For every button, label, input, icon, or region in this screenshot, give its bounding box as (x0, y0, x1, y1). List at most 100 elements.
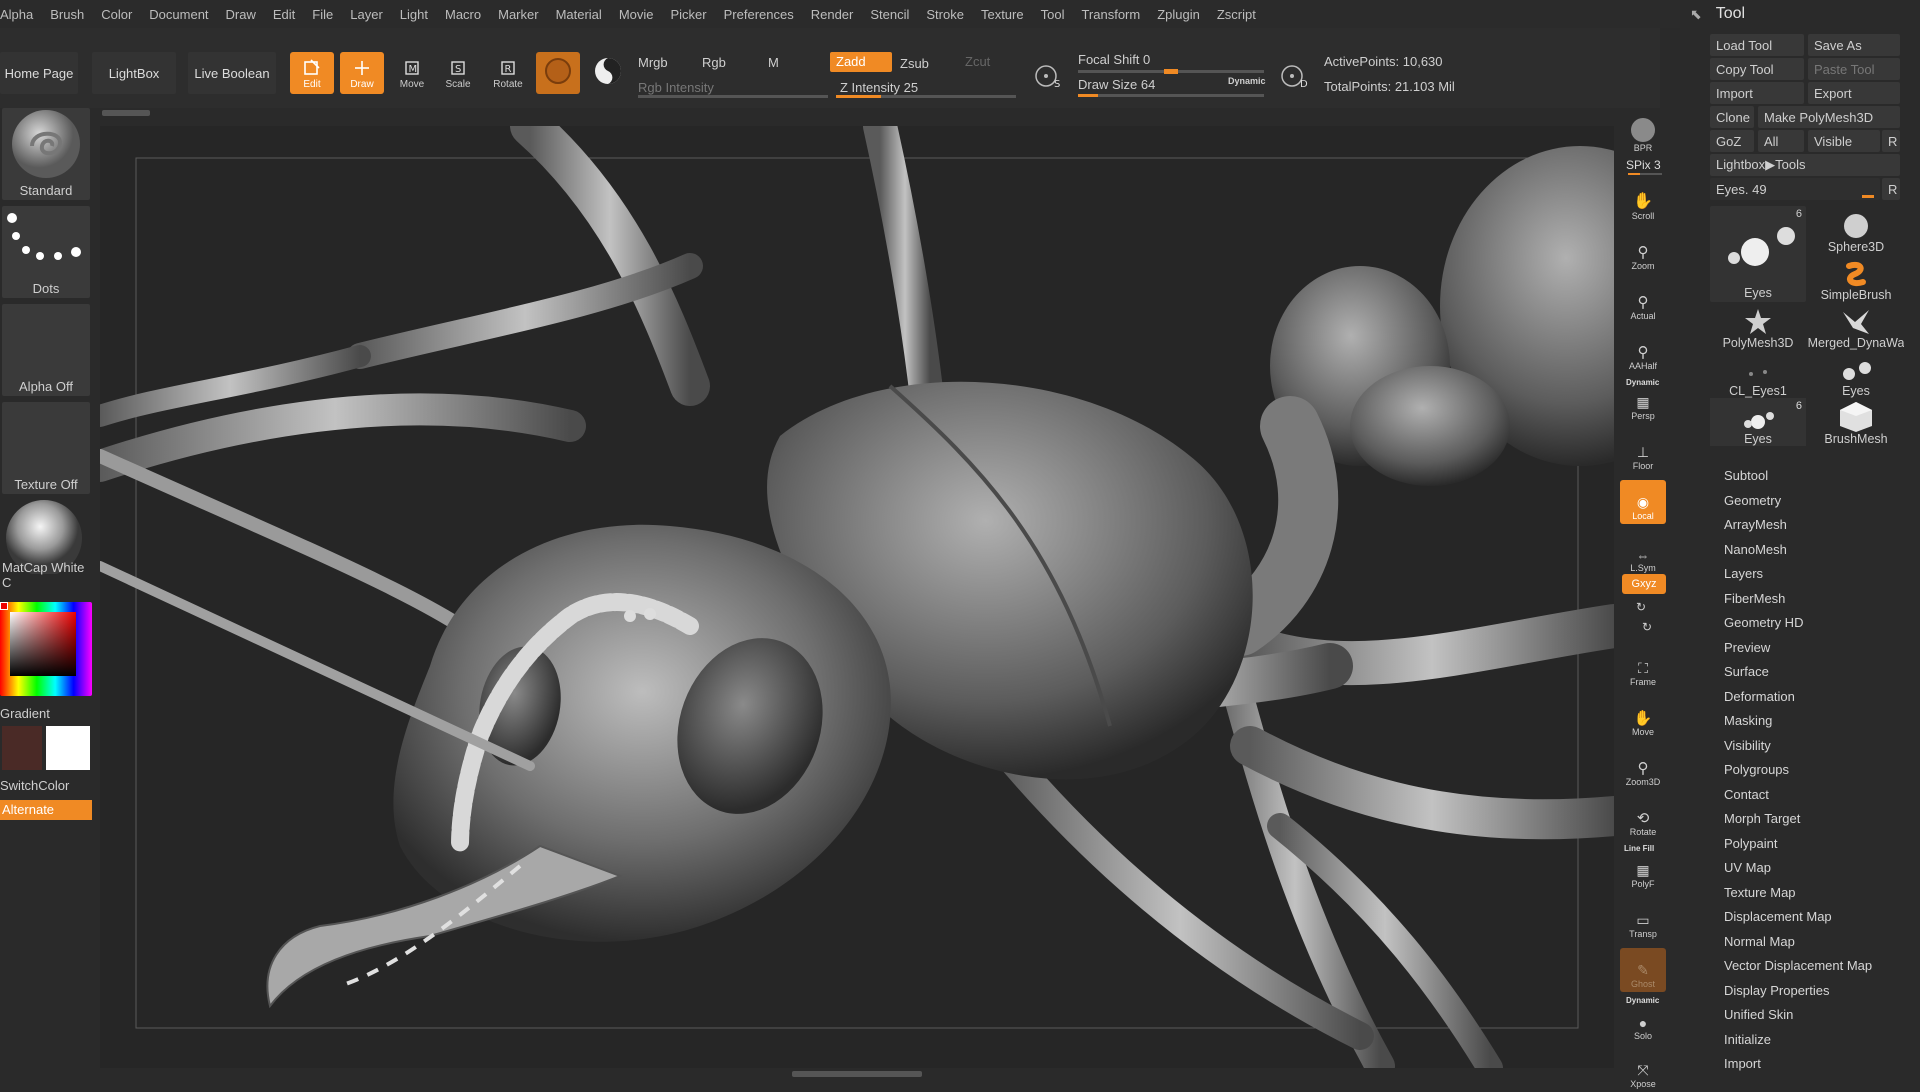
menu-movie[interactable]: Movie (619, 7, 654, 22)
lazy-mouse-icon[interactable]: S (1032, 62, 1064, 93)
document-canvas[interactable] (100, 126, 1614, 1068)
import-button[interactable]: Import (1710, 82, 1804, 104)
subpalette-initialize[interactable]: Initialize (1724, 1032, 1771, 1047)
subpalette-arraymesh[interactable]: ArrayMesh (1724, 517, 1787, 532)
xyz-symmetry-button[interactable]: Gxyz (1622, 574, 1666, 594)
subpalette-nanomesh[interactable]: NanoMesh (1724, 542, 1787, 557)
subpalette-geometry[interactable]: Geometry (1724, 493, 1781, 508)
scroll-button[interactable]: ✋ Scroll (1620, 180, 1666, 224)
focal-shift-knob[interactable] (1164, 69, 1178, 74)
copy-tool-button[interactable]: Copy Tool (1710, 58, 1804, 80)
menu-file[interactable]: File (312, 7, 333, 22)
tool-merged-dynawax[interactable]: Merged_DynaWa (1808, 302, 1904, 350)
save-as-button[interactable]: Save As (1808, 34, 1900, 56)
subpalette-visibility[interactable]: Visibility (1724, 738, 1771, 753)
subpalette-fibermesh[interactable]: FiberMesh (1724, 591, 1785, 606)
rotate-view-button[interactable]: ⟲ Rotate (1620, 796, 1666, 840)
lightbox-button[interactable]: LightBox (92, 52, 176, 94)
subpalette-geometry-hd[interactable]: Geometry HD (1724, 615, 1803, 630)
rgb-intensity-slider[interactable]: Rgb Intensity (638, 80, 714, 95)
edit-button[interactable]: Edit (290, 52, 334, 94)
draw-size-track[interactable] (1078, 94, 1264, 97)
tool-brushmesh[interactable]: BrushMesh (1808, 398, 1904, 446)
subpalette-morph-target[interactable]: Morph Target (1724, 811, 1800, 826)
load-tool-button[interactable]: Load Tool (1710, 34, 1804, 56)
draw-size-slider[interactable]: Draw Size 64 (1078, 77, 1155, 92)
transp-button[interactable]: ▭ Transp (1620, 898, 1666, 942)
home-page-button[interactable]: Home Page (0, 52, 78, 94)
rotate-button[interactable]: R Rotate (486, 52, 530, 94)
menu-stencil[interactable]: Stencil (870, 7, 909, 22)
brush-thumbnail[interactable]: Standard (2, 108, 90, 200)
texture-thumbnail[interactable]: Texture Off (2, 402, 90, 494)
alternate-button[interactable]: Alternate (0, 800, 92, 820)
subpalette-display-properties[interactable]: Display Properties (1724, 983, 1830, 998)
menu-edit[interactable]: Edit (273, 7, 295, 22)
live-boolean-button[interactable]: Live Boolean (188, 52, 276, 94)
menu-zscript[interactable]: Zscript (1217, 7, 1256, 22)
subpalette-polygroups[interactable]: Polygroups (1724, 762, 1789, 777)
menu-document[interactable]: Document (149, 7, 208, 22)
rgb-toggle[interactable]: Rgb (702, 55, 726, 70)
move-button[interactable]: M Move (390, 52, 434, 94)
color-saturation-square[interactable] (10, 612, 76, 676)
dynamic-size-icon[interactable]: D (1278, 62, 1310, 93)
tool-polymesh3d[interactable]: PolyMesh3D (1710, 302, 1806, 350)
menu-texture[interactable]: Texture (981, 7, 1024, 22)
shelf-scroll-handle[interactable] (102, 110, 150, 116)
lsym-button[interactable]: ⇔ L.Sym (1620, 532, 1666, 576)
subpalette-deformation[interactable]: Deformation (1724, 689, 1795, 704)
material-sphere-button[interactable] (536, 52, 580, 94)
xpose-button[interactable]: ⤧ Xpose (1620, 1048, 1666, 1092)
subpalette-surface[interactable]: Surface (1724, 664, 1769, 679)
menu-alpha[interactable]: Alpha (0, 7, 33, 22)
z-intensity-slider[interactable]: Z Intensity 25 (840, 80, 918, 95)
actual-button[interactable]: ⚲ Actual (1620, 280, 1666, 324)
rotate-y-icon[interactable]: ↻ (1636, 600, 1646, 614)
menu-marker[interactable]: Marker (498, 7, 538, 22)
menu-zplugin[interactable]: Zplugin (1157, 7, 1200, 22)
subpalette-polypaint[interactable]: Polypaint (1724, 836, 1777, 851)
tool-cl-eyes1[interactable]: CL_Eyes1 (1710, 350, 1806, 398)
dynamic-toggle[interactable]: Dynamic (1228, 76, 1266, 86)
lightbox-tools-button[interactable]: Lightbox▶Tools (1710, 154, 1900, 176)
goz-r-button[interactable]: R (1882, 130, 1900, 152)
subpalette-unified-skin[interactable]: Unified Skin (1724, 1007, 1793, 1022)
subpalette-uv-map[interactable]: UV Map (1724, 860, 1771, 875)
tool-palette-header[interactable]: ⬉ Tool (1690, 0, 1920, 28)
zsub-toggle[interactable]: Zsub (900, 56, 929, 71)
goz-button[interactable]: GoZ (1710, 130, 1754, 152)
subpalette-import[interactable]: Import (1724, 1056, 1761, 1071)
tool-eyes-b[interactable]: Eyes (1808, 350, 1904, 398)
subpalette-layers[interactable]: Layers (1724, 566, 1763, 581)
scale-button[interactable]: S Scale (436, 52, 480, 94)
canvas-scroll-handle[interactable] (792, 1071, 922, 1077)
aahalf-button[interactable]: ⚲ AAHalf (1620, 330, 1666, 374)
polyf-button[interactable]: ▦ PolyF (1620, 848, 1666, 892)
floor-button[interactable]: ⊥ Floor (1620, 430, 1666, 474)
ghost-button[interactable]: ✎ Ghost (1620, 948, 1666, 992)
main-color-swatch[interactable] (2, 726, 42, 770)
subpalette-normal-map[interactable]: Normal Map (1724, 934, 1795, 949)
tool-slider-r-button[interactable]: R (1882, 178, 1900, 200)
switch-color-button[interactable]: SwitchColor (0, 778, 69, 793)
stroke-thumbnail[interactable]: Dots (2, 206, 90, 298)
focal-shift-track[interactable] (1078, 69, 1264, 74)
spix-track[interactable] (1628, 173, 1662, 175)
secondary-color-swatch[interactable] (46, 726, 90, 770)
subpalette-vector-displacement-map[interactable]: Vector Displacement Map (1724, 958, 1872, 973)
color-marker[interactable] (0, 602, 8, 610)
menu-tool[interactable]: Tool (1041, 7, 1065, 22)
subpalette-texture-map[interactable]: Texture Map (1724, 885, 1796, 900)
subpalette-contact[interactable]: Contact (1724, 787, 1769, 802)
menu-transform[interactable]: Transform (1081, 7, 1140, 22)
menu-material[interactable]: Material (556, 7, 602, 22)
tool-eyes-c[interactable]: 6 Eyes (1710, 398, 1806, 446)
paste-tool-button[interactable]: Paste Tool (1808, 58, 1900, 80)
gradient-label[interactable]: Gradient (0, 706, 50, 721)
alpha-thumbnail[interactable]: Alpha Off (2, 304, 90, 396)
menu-macro[interactable]: Macro (445, 7, 481, 22)
tool-slider-knob[interactable] (1862, 195, 1874, 198)
menu-render[interactable]: Render (811, 7, 854, 22)
frame-button[interactable]: ⛶ Frame (1620, 646, 1666, 690)
